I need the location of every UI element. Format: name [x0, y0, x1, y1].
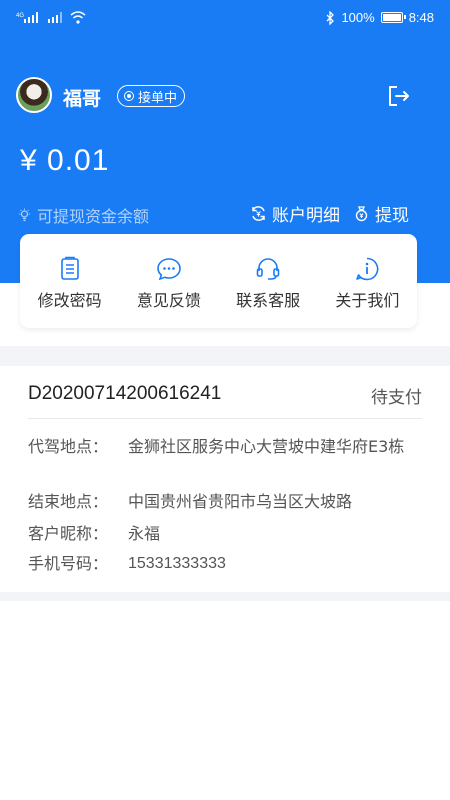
chat-bubble-icon [157, 258, 181, 281]
section-divider-bottom [0, 592, 450, 601]
avatar[interactable] [16, 77, 52, 113]
logout-icon[interactable] [386, 84, 412, 108]
row-value: 金狮社区服务中心大营坡中建华府E3栋 [128, 437, 405, 456]
bluetooth-icon [326, 10, 335, 25]
menu-label-change-password: 修改密码 [37, 291, 102, 310]
menu-label-contact-support: 联系客服 [236, 291, 301, 310]
lightbulb-icon [19, 208, 30, 222]
clock: 8:48 [408, 10, 434, 25]
balance-caption-text: 可提现资金余额 [37, 207, 150, 226]
withdraw-link[interactable]: 提现 [353, 201, 409, 226]
battery-percent: 100% [341, 10, 375, 25]
menu-item-change-password[interactable]: 修改密码 [20, 234, 119, 328]
menu-item-about-us[interactable]: 关于我们 [318, 234, 417, 328]
username: 福哥 [63, 88, 102, 110]
radio-dot-icon [124, 91, 134, 101]
menu-label-about-us: 关于我们 [335, 291, 400, 310]
order-row-nickname: 客户昵称： 永福 [28, 521, 428, 547]
clipboard-icon [60, 256, 79, 280]
divider [28, 418, 422, 419]
headset-icon [256, 258, 280, 280]
order-row-pickup: 代驾地点： 金狮社区服务中心大营坡中建华府E3栋 [28, 434, 428, 460]
row-key: 客户昵称： [28, 524, 109, 543]
row-value: 15331333333 [128, 555, 226, 572]
balance-caption: 可提现资金余额 [18, 203, 149, 227]
status-badge[interactable]: 接单中 [117, 85, 186, 107]
wifi-icon [70, 10, 86, 24]
row-key: 结束地点： [28, 492, 109, 511]
quick-menu-card: 修改密码 意见反馈 联系客服 关于我们 [20, 234, 417, 328]
refresh-money-icon [252, 206, 265, 221]
balance-amount: ¥ 0.01 [20, 144, 110, 177]
status-badge-label: 接单中 [138, 90, 178, 106]
order-status: 待支付 [371, 388, 422, 408]
money-bag-icon [355, 206, 368, 222]
order-row-phone: 手机号码： 15331333333 [28, 551, 428, 577]
network-type: 4G [16, 13, 24, 19]
row-key: 代驾地点： [28, 437, 109, 456]
info-icon [356, 257, 379, 281]
account-detail-label: 账户明细 [272, 206, 340, 226]
row-value: 中国贵州省贵阳市乌当区大坡路 [128, 492, 353, 511]
section-divider [0, 346, 450, 366]
battery-icon [380, 12, 406, 23]
menu-item-contact-support[interactable]: 联系客服 [219, 234, 318, 328]
signal-icon: 4G [16, 12, 38, 23]
withdraw-label: 提现 [375, 206, 409, 226]
driver-profile-page: 4G 100% 8:48 福哥 接单中 ¥ 0.01 可提现资金余额 账户明细 … [0, 0, 450, 800]
signal-icon-secondary [48, 12, 62, 23]
menu-item-feedback[interactable]: 意见反馈 [119, 234, 218, 328]
account-detail-link[interactable]: 账户明细 [250, 201, 340, 226]
row-key: 手机号码： [28, 554, 109, 573]
row-value: 永福 [128, 524, 161, 543]
order-row-destination: 结束地点： 中国贵州省贵阳市乌当区大坡路 [28, 489, 428, 515]
order-card[interactable]: D20200714200616241 待支付 代驾地点： 金狮社区服务中心大营坡… [0, 366, 450, 592]
menu-label-feedback: 意见反馈 [136, 291, 201, 310]
status-bar: 4G 100% 8:48 [0, 0, 450, 36]
order-number: D20200714200616241 [28, 383, 222, 404]
